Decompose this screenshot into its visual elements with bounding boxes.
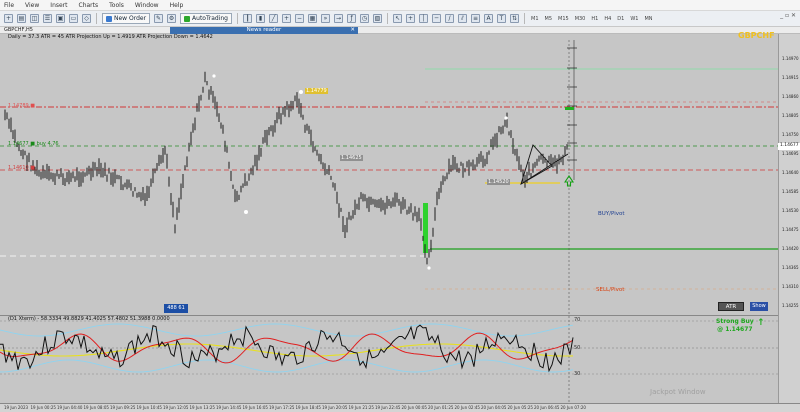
time-tick: 19 Jun 22:45: [375, 405, 401, 410]
buy-pivot-label: BUY/Pivot: [598, 211, 625, 217]
time-tick: 19 Jun 04:40: [57, 405, 83, 410]
time-tick: 19 Jun 20:05: [322, 405, 348, 410]
time-tick: 19 Jun 2023: [4, 405, 29, 410]
price-tick: 1.14970: [782, 56, 799, 61]
time-tick: 19 Jun 10:45: [136, 405, 162, 410]
counter-box: 488 61: [164, 304, 188, 313]
time-tick: 20 Jun 05:25: [507, 405, 533, 410]
time-tick: 19 Jun 18:45: [295, 405, 321, 410]
price-tick: 1.14640: [782, 170, 799, 175]
current-price-tag: 1.14677: [778, 143, 800, 150]
price-bars: [4, 71, 568, 265]
strong-buy-signal: Strong Buy @ 1.14677: [716, 318, 754, 334]
watermark-text: Jackpot Window: [650, 388, 706, 396]
osc-level-label: 30: [574, 371, 581, 377]
time-tick: 20 Jun 00:05: [401, 405, 427, 410]
atr-button[interactable]: ATR: [718, 302, 744, 311]
chart-info-line: Daily = 37.3 ATR = 45 ATR Projection Up …: [8, 34, 213, 40]
fractal-marker: [427, 266, 431, 270]
price-tag: 1.14520: [487, 179, 510, 185]
strong-buy-label: Strong Buy: [716, 318, 754, 325]
price-tick: 1.14585: [782, 189, 799, 194]
arrow-up-icon: ↑: [757, 318, 765, 328]
show-button[interactable]: Show: [750, 302, 768, 311]
sell-pivot-label: SELL/Pivot: [596, 287, 625, 293]
price-tick: 1.14695: [782, 151, 799, 156]
strong-buy-price: @ 1.14677: [717, 326, 753, 333]
chart-drawing: [0, 40, 778, 403]
price-tick: 1.14420: [782, 246, 799, 251]
time-tick: 20 Jun 07:20: [560, 405, 586, 410]
ruler-ticks: [567, 47, 577, 161]
oscillator-title: (D1 Xterm) - 58.3334 49.8829 41.4025 57.…: [8, 316, 170, 322]
green-level-marker: [565, 107, 574, 110]
osc-level-label: 50: [574, 345, 581, 351]
price-tick: 1.14365: [782, 265, 799, 270]
time-tick: 19 Jun 12:05: [163, 405, 189, 410]
time-tick: 19 Jun 09:25: [110, 405, 136, 410]
time-tick: 20 Jun 04:05: [481, 405, 507, 410]
time-tick: 19 Jun 00:25: [30, 405, 56, 410]
fractal-marker: [299, 90, 303, 94]
symbol-watermark: GBPCHF: [738, 31, 775, 40]
osc-lower-band: [0, 359, 574, 373]
price-tick: 1.14915: [782, 75, 799, 80]
price-tick: 1.14475: [782, 227, 799, 232]
time-tick: 20 Jun 02:45: [454, 405, 480, 410]
time-tick: 20 Jun 06:45: [534, 405, 560, 410]
time-tick: 19 Jun 13:25: [189, 405, 215, 410]
time-tick: 19 Jun 21:25: [348, 405, 374, 410]
osc-upper-band: [0, 323, 574, 337]
price-axis[interactable]: 1.14970 1.14915 1.14860 1.14805 1.14750 1.146…: [778, 34, 800, 403]
price-tick: 1.14805: [782, 113, 799, 118]
price-tick: 1.14860: [782, 94, 799, 99]
price-tag: 1.14779: [305, 88, 328, 94]
level-label: 1.14610 ■: [8, 165, 35, 171]
price-tick: 1.14750: [782, 132, 799, 137]
time-tick: 19 Jun 17:25: [269, 405, 295, 410]
price-tick: 1.14530: [782, 208, 799, 213]
level-label: 1.14789 ■: [8, 103, 35, 109]
time-tick: 19 Jun 14:45: [216, 405, 242, 410]
osc-level-label: 70: [574, 317, 581, 323]
price-tag: 1.14625: [340, 155, 363, 161]
fractal-marker: [244, 210, 248, 214]
time-tick: 20 Jun 01:25: [428, 405, 454, 410]
fractal-marker: [212, 74, 216, 78]
price-tick: 1.14255: [782, 303, 799, 308]
time-tick: 19 Jun 08:05: [83, 405, 109, 410]
fractal-marker: [504, 116, 508, 120]
level-label: 1.14677 ■ buy 4.76: [8, 141, 59, 147]
time-tick: 19 Jun 16:05: [242, 405, 268, 410]
time-axis[interactable]: 19 Jun 2023 19 Jun 00:25 19 Jun 04:40 19 Ju…: [0, 403, 800, 412]
price-tick: 1.14310: [782, 284, 799, 289]
